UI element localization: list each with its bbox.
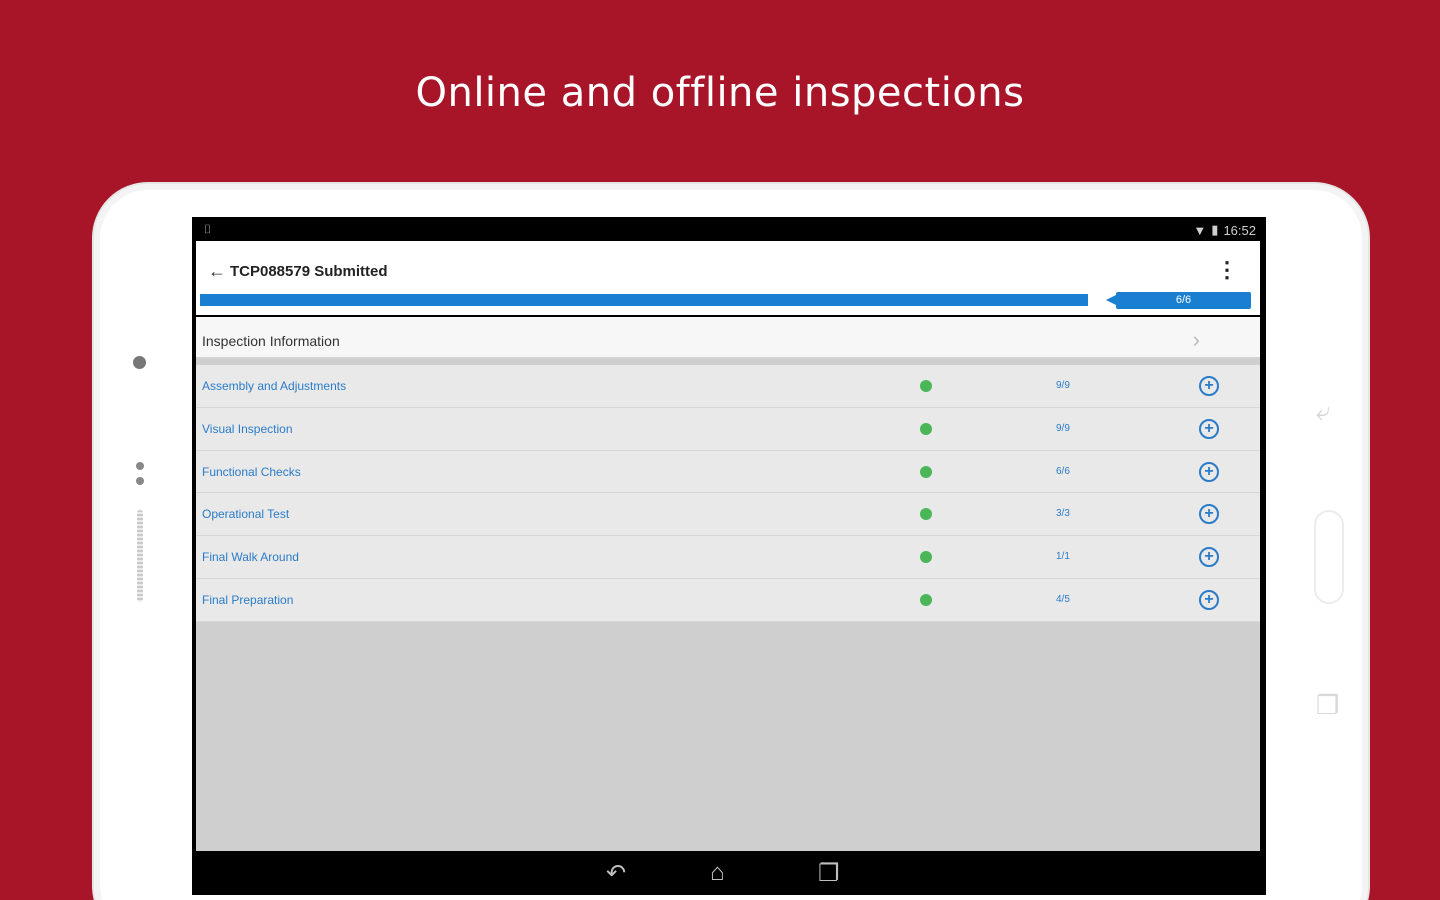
list-item-label[interactable]: Visual Inspection [202,422,293,436]
android-debug-icon: ⌷ [204,222,212,236]
check-circle-icon [920,551,932,564]
list-item-count: 9/9 [1056,380,1070,391]
arrow-back-icon[interactable]: ← [208,261,226,282]
check-circle-icon [920,380,932,392]
wifi-icon: ▼ [1193,222,1207,238]
list-item-label[interactable]: Final Preparation [202,593,293,607]
status-icons: ▼ ▮ 16:52 [1193,222,1256,238]
progress-badge: 6/6 [1106,292,1251,309]
check-circle-icon [920,593,932,606]
hardware-back-icon: ⤶ [1316,396,1331,426]
chevron-right-icon: › [1192,327,1200,352]
add-circle-icon[interactable]: + [1199,461,1219,482]
list-item-count: 4/5 [1056,593,1070,605]
list-item[interactable]: Visual Inspection 9/9 + [196,407,1260,451]
add-circle-icon[interactable]: + [1199,547,1219,568]
list-item-count: 3/3 [1056,508,1070,520]
add-circle-icon[interactable]: + [1199,418,1219,439]
list-item-count: 1/1 [1056,551,1070,563]
list-item[interactable]: Operational Test 3/3 + [196,493,1260,537]
battery-icon: ▮ [1211,222,1219,237]
check-circle-icon [920,465,932,478]
clock: 16:52 [1223,222,1256,238]
device-screen: ⌷ ▼ ▮ 16:52 ← TCP088579 Submitted ⋮ 6/6 … [192,217,1266,895]
list-item-label[interactable]: Final Walk Around [202,550,299,564]
list-item-label[interactable]: Assembly and Adjustments [202,379,346,393]
checklist: Assembly and Adjustments 9/9 + Visual In… [196,365,1260,622]
front-camera [133,356,146,369]
list-item[interactable]: Final Preparation 4/5 + [196,578,1260,622]
hardware-home-button [1314,510,1344,604]
headline: Online and offline inspections [415,70,1025,116]
list-item[interactable]: Assembly and Adjustments 9/9 + [196,365,1260,408]
hardware-recent-icon: ❐ [1316,690,1340,720]
navigation-bar: ↶ ⌂ ❐ [192,851,1266,895]
progress-bar [200,294,1088,306]
progress-fill [200,294,1088,306]
nav-home-icon[interactable]: ⌂ [710,859,725,887]
sensor-dot [136,462,144,470]
sensor-dot [136,477,144,485]
page-title: TCP088579 Submitted [230,263,388,280]
list-item-count: 9/9 [1056,422,1070,434]
add-circle-icon[interactable]: + [1199,376,1219,396]
nav-back-icon[interactable]: ↶ [606,859,626,888]
list-item-label[interactable]: Operational Test [202,507,289,521]
check-circle-icon [920,422,932,435]
progress-area: 6/6 [196,289,1260,315]
list-item[interactable]: Final Walk Around 1/1 + [196,536,1260,579]
speaker-grille [137,510,143,602]
list-item-label[interactable]: Functional Checks [202,465,301,479]
section-label: Inspection Information [202,333,340,349]
add-circle-icon[interactable]: + [1199,504,1219,525]
add-circle-icon[interactable]: + [1199,589,1219,610]
more-vert-icon[interactable]: ⋮ [1216,257,1238,283]
inspection-content: Inspection Information › Assembly and Ad… [196,317,1260,852]
status-bar: ⌷ ▼ ▮ 16:52 [192,217,1266,241]
nav-recents-icon[interactable]: ❐ [818,859,840,888]
list-item-count: 6/6 [1056,465,1070,477]
section-inspection-information[interactable]: Inspection Information › [196,317,1260,359]
list-item[interactable]: Functional Checks 6/6 + [196,450,1260,494]
check-circle-icon [920,508,932,521]
